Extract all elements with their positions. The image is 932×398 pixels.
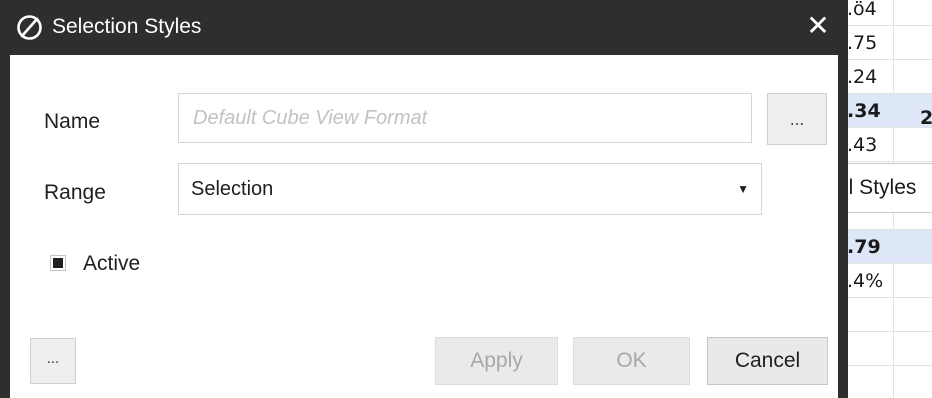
sheet-cell-extra: 2 xyxy=(920,107,932,129)
onestream-logo-icon xyxy=(17,15,42,40)
caret-down-icon: ▼ xyxy=(737,182,749,196)
sheet-cell-value: .43 xyxy=(847,133,878,156)
dialog-body: Name ... Range Selection ▼ Active ... Ap… xyxy=(10,55,838,398)
ok-button[interactable]: OK xyxy=(573,337,690,385)
apply-button[interactable]: Apply xyxy=(435,337,558,385)
name-input[interactable] xyxy=(178,93,752,143)
sheet-cell: .24 xyxy=(845,60,932,94)
dialog-titlebar[interactable]: Selection Styles ✕ xyxy=(0,0,848,55)
sheet-cell-value: .4% xyxy=(847,269,884,292)
sheet-cell xyxy=(845,332,932,366)
sheet-cell-value: .ö4 xyxy=(847,0,877,20)
sheet-cell: .43 xyxy=(845,128,932,162)
cancel-button[interactable]: Cancel xyxy=(707,337,828,385)
sheet-cell-value: .34 xyxy=(847,99,881,122)
sheet-cell: .4% xyxy=(845,264,932,298)
close-icon[interactable]: ✕ xyxy=(803,10,833,42)
dialog-title: Selection Styles xyxy=(52,15,202,38)
range-selected-value: Selection xyxy=(191,177,274,200)
sheet-cell: .ö4 xyxy=(845,0,932,26)
sheet-cell-value: .24 xyxy=(847,65,878,88)
sheet-cell: .79 xyxy=(845,230,932,264)
active-label: Active xyxy=(83,252,141,275)
checkbox-checked-indicator xyxy=(53,258,63,268)
name-browse-button[interactable]: ... xyxy=(767,93,827,145)
sheet-cell xyxy=(845,298,932,332)
sheet-cell: .34 xyxy=(845,94,932,128)
selection-styles-dialog: Selection Styles ✕ Name ... Range Select… xyxy=(0,0,848,398)
active-checkbox[interactable] xyxy=(50,255,66,271)
sheet-cell-value: .75 xyxy=(847,31,878,54)
sheet-cell: .75 xyxy=(845,26,932,60)
name-label: Name xyxy=(44,110,101,133)
range-label: Range xyxy=(44,181,106,204)
range-dropdown[interactable]: Selection ▼ xyxy=(178,163,762,215)
more-options-button[interactable]: ... xyxy=(30,338,76,384)
sheet-cell-value: .79 xyxy=(847,235,881,258)
